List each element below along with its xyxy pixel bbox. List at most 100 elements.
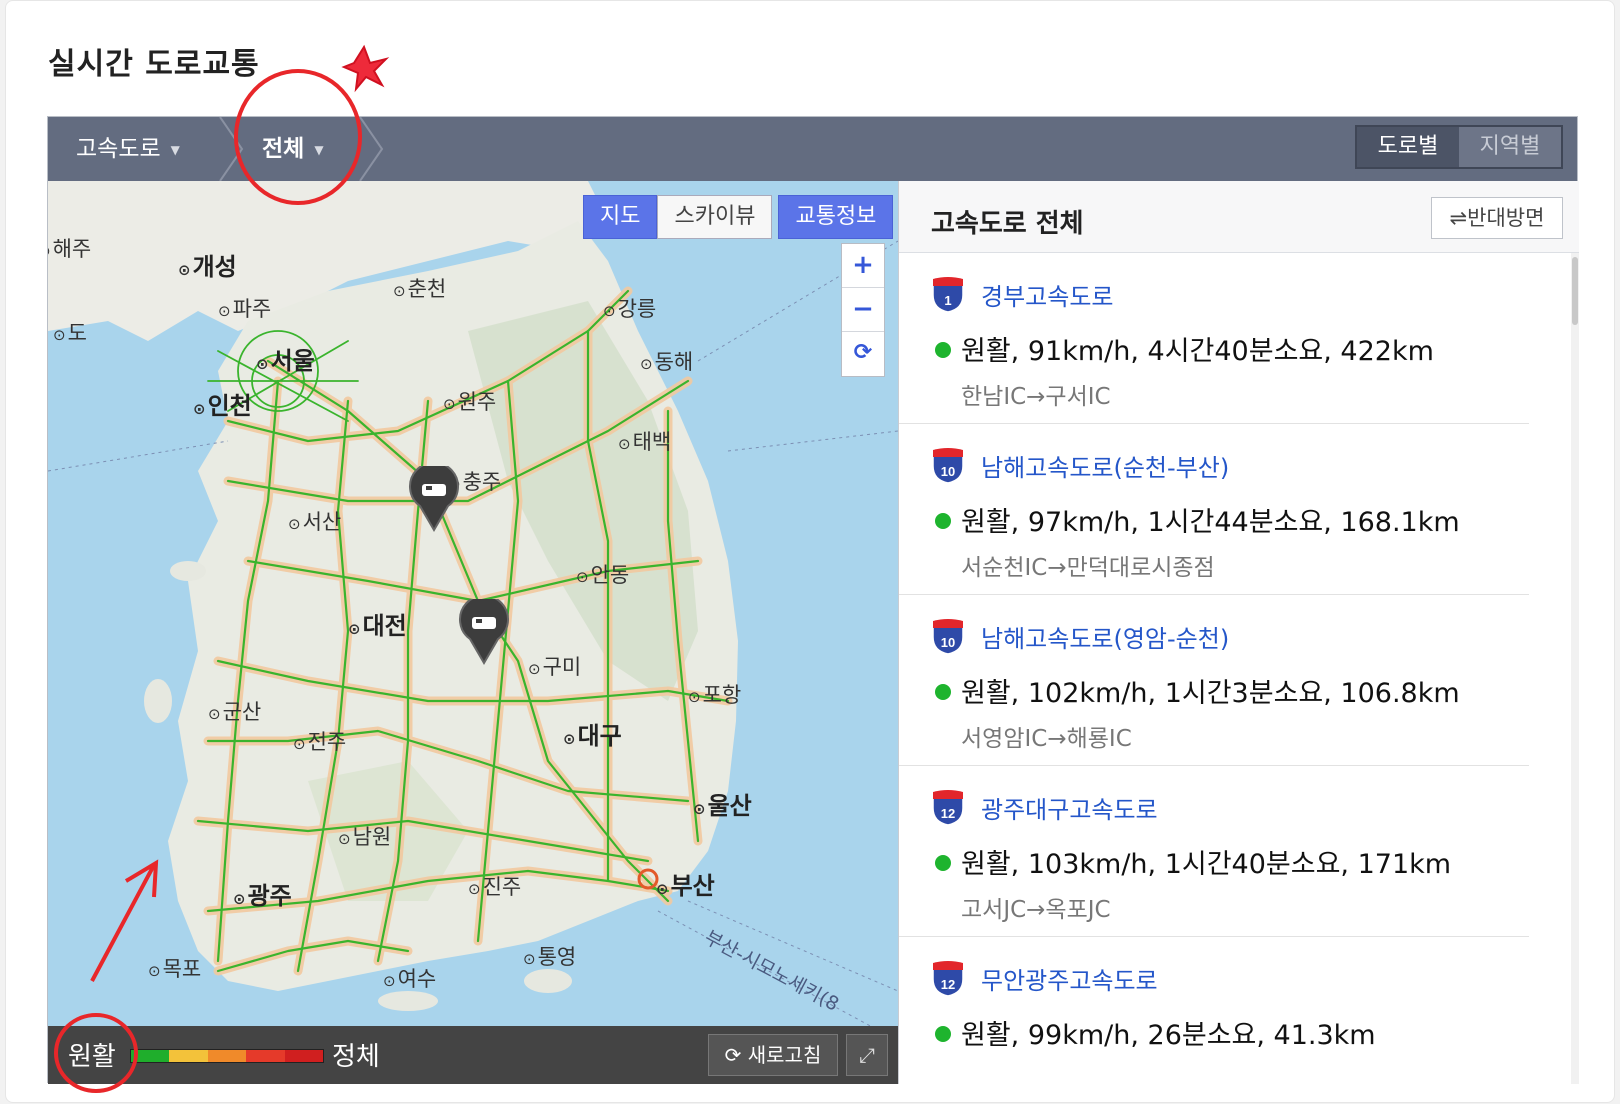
city-label: 목포 (148, 953, 202, 983)
svg-text:10: 10 (941, 464, 955, 479)
city-label: 개성 (178, 247, 237, 282)
road-name-link[interactable]: 남해고속도로(영암-순천) (981, 619, 1229, 654)
city-label: 태백 (618, 426, 672, 456)
road-status-text: 원활, 97km/h, 1시간44분소요, 168.1km (961, 507, 1460, 538)
city-label: 춘천 (393, 273, 447, 303)
city-label: 대전 (348, 606, 407, 641)
annotation-star-icon (341, 44, 390, 93)
city-label: 동해 (640, 346, 694, 376)
zoom-out-button[interactable]: − (842, 288, 884, 332)
panel-header: 고속도로 전체 ⇌반대방면 (899, 181, 1579, 253)
highway-shield-icon: 10 (932, 448, 964, 484)
traffic-widget: 고속도로 ▼ 전체 ▼ 도로별 지역별 ⊙ 해주 ⊙ 개성 ⊙ 파주 ⊙ 춘천 … (47, 116, 1579, 1084)
traffic-map[interactable]: 해주 개성 파주 춘천 강릉 도 서울 동해 인천 원주 태백 충주 서산 안동… (48, 181, 898, 1084)
city-label: 남원 (338, 821, 392, 851)
road-name-link[interactable]: 무안광주고속도로 (981, 961, 1158, 996)
road-name-link[interactable]: 경부고속도로 (981, 277, 1113, 312)
breadcrumb-highway-dropdown[interactable]: 고속도로 ▼ (76, 117, 180, 181)
road-status: 원활, 102km/h, 1시간3분소요, 106.8km (935, 671, 1460, 710)
page-title: 실시간 도로교통 (48, 47, 260, 82)
svg-text:12: 12 (941, 806, 955, 821)
road-list-item[interactable]: 12 무안광주고속도로원활, 99km/h, 26분소요, 41.3km (899, 937, 1529, 1084)
city-label: 전주 (293, 726, 347, 756)
map-type-buttons: 지도 스카이뷰 교통정보 (583, 195, 894, 239)
zoom-controls: + − ⟳ (841, 243, 885, 377)
reset-view-button[interactable]: ⟳ (842, 332, 884, 376)
road-status-text: 원활, 99km/h, 26분소요, 41.3km (961, 1020, 1376, 1051)
caret-down-icon: ▼ (314, 142, 324, 157)
status-dot-icon (935, 342, 951, 358)
road-list-item[interactable]: 10 남해고속도로(영암-순천) 원활, 102km/h, 1시간3분소요, 106… (899, 595, 1529, 766)
city-label: 파주 (218, 293, 272, 323)
traffic-legend-bar: 원활 정체 ⟳ 새로고침 ⤢ (48, 1026, 898, 1084)
scrollbar-thumb[interactable] (1572, 257, 1578, 325)
city-label: 대구 (563, 716, 622, 751)
legend-gradient (130, 1049, 324, 1063)
road-status: 원활, 99km/h, 26분소요, 41.3km (935, 1013, 1376, 1052)
road-status: 원활, 91km/h, 4시간40분소요, 422km (935, 329, 1434, 368)
road-section: 한남IC→구서IC (961, 384, 1111, 410)
road-list-panel: 고속도로 전체 ⇌반대방면 1 경부고속도로원활, 91km/h, 4시간40분소… (898, 181, 1579, 1084)
region-view-button[interactable]: 지역별 (1459, 127, 1561, 167)
legend-color (207, 1050, 247, 1062)
city-label: 포항 (688, 679, 742, 709)
status-dot-icon (935, 513, 951, 529)
panel-title: 고속도로 전체 (931, 209, 1084, 239)
city-label: 안동 (576, 559, 630, 589)
chevron-separator-icon (359, 117, 384, 181)
skyview-button[interactable]: 스카이뷰 (657, 195, 773, 239)
road-section: 서영암IC→해룡IC (961, 726, 1132, 752)
road-list-item[interactable]: 12 광주대구고속도로원활, 103km/h, 1시간40분소요, 171km 고서… (899, 766, 1529, 937)
city-label: 구미 (528, 651, 582, 681)
highway-shield-icon: 1 (932, 277, 964, 313)
chevron-separator-icon (219, 117, 244, 181)
page-card: 실시간 도로교통 고속도로 ▼ 전체 ▼ 도로별 지역별 ⊙ 해주 ⊙ 개성 ⊙… (5, 0, 1615, 1103)
zoom-in-button[interactable]: + (842, 244, 884, 288)
road-status-text: 원활, 103km/h, 1시간40분소요, 171km (961, 849, 1452, 880)
city-label: 서산 (288, 506, 342, 536)
legend-color (284, 1050, 324, 1062)
traffic-info-button[interactable]: 교통정보 (778, 195, 894, 239)
caret-down-icon: ▼ (170, 142, 180, 157)
road-status-text: 원활, 91km/h, 4시간40분소요, 422km (961, 336, 1434, 367)
breadcrumb-all-dropdown[interactable]: 전체 ▼ (262, 117, 324, 181)
city-label: 강릉 (603, 293, 657, 323)
fullscreen-icon[interactable]: ⤢ (846, 1034, 888, 1076)
reverse-direction-button[interactable]: ⇌반대방면 (1431, 197, 1563, 239)
road-status-text: 원활, 102km/h, 1시간3분소요, 106.8km (961, 678, 1460, 709)
road-section: 고서JC→옥포JC (961, 897, 1111, 923)
svg-text:10: 10 (941, 635, 955, 650)
highway-shield-icon: 12 (932, 961, 964, 997)
svg-text:1: 1 (944, 293, 951, 308)
city-label: 원주 (443, 386, 497, 416)
road-name-link[interactable]: 남해고속도로(순천-부산) (981, 448, 1229, 483)
road-status: 원활, 103km/h, 1시간40분소요, 171km (935, 842, 1451, 881)
map-view-button[interactable]: 지도 (583, 195, 658, 239)
city-label: 부산 (656, 866, 715, 901)
status-dot-icon (935, 684, 951, 700)
road-view-button[interactable]: 도로별 (1357, 127, 1459, 167)
accident-marker-icon[interactable] (408, 466, 460, 532)
city-label: 서울 (256, 341, 315, 376)
highway-shield-icon: 10 (932, 619, 964, 655)
refresh-label: 새로고침 (747, 1043, 822, 1067)
city-label: 울산 (693, 786, 752, 821)
panel-scrollbar[interactable] (1571, 253, 1579, 1084)
accident-marker-icon[interactable] (458, 599, 510, 665)
refresh-button[interactable]: ⟳ 새로고침 (708, 1034, 838, 1076)
road-list-item[interactable]: 10 남해고속도로(순천-부산) 원활, 97km/h, 1시간44분소요, 168… (899, 424, 1529, 595)
status-dot-icon (935, 855, 951, 871)
legend-smooth-label: 원활 (68, 1042, 116, 1072)
road-name-link[interactable]: 광주대구고속도로 (981, 790, 1158, 825)
road-list-item[interactable]: 1 경부고속도로원활, 91km/h, 4시간40분소요, 422km 한남IC→구… (899, 253, 1529, 424)
highway-shield-icon: 12 (932, 790, 964, 826)
breadcrumb-label: 전체 (262, 136, 305, 162)
road-status: 원활, 97km/h, 1시간44분소요, 168.1km (935, 500, 1460, 539)
city-label: 해주 (48, 233, 92, 263)
city-label: 광주 (233, 876, 292, 911)
legend-color (169, 1050, 208, 1062)
legend-congested-label: 정체 (332, 1042, 380, 1072)
legend-color (131, 1050, 170, 1062)
city-label: 군산 (208, 696, 262, 726)
view-toggle: 도로별 지역별 (1355, 125, 1563, 169)
